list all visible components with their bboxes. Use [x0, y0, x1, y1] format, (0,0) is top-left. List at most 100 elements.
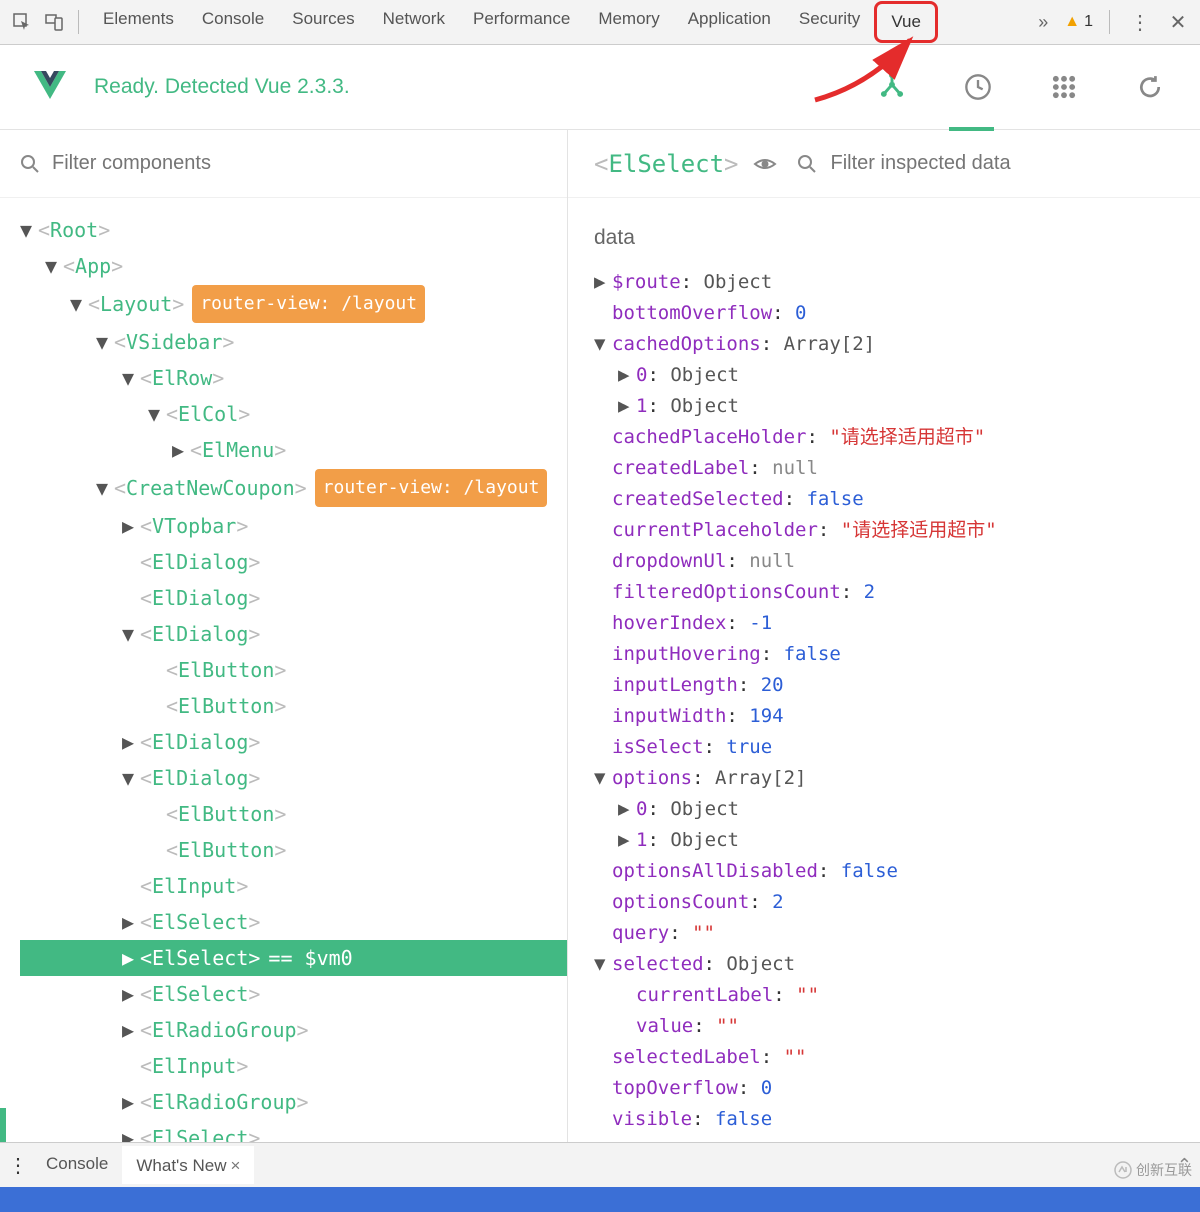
overflow-icon[interactable]: » [1038, 12, 1048, 33]
toggle-icon[interactable]: ▼ [122, 761, 140, 795]
data-row-createdLabel[interactable]: createdLabel: null [594, 453, 1174, 484]
kebab-menu-icon[interactable]: ⋮ [1126, 8, 1154, 36]
tree-node-creatnewcoupon[interactable]: ▼<CreatNewCoupon>router-view: /layout [20, 468, 567, 508]
events-tab-icon[interactable] [1044, 67, 1084, 107]
tree-node-elbutton[interactable]: <ElButton> [20, 688, 567, 724]
toggle-icon[interactable]: ▼ [594, 329, 612, 360]
tree-node-eldialog[interactable]: <ElDialog> [20, 580, 567, 616]
toggle-icon[interactable]: ▼ [594, 763, 612, 794]
data-row-currentLabel[interactable]: currentLabel: "" [594, 980, 1174, 1011]
devtools-tab-network[interactable]: Network [369, 1, 459, 43]
tree-node-elbutton[interactable]: <ElButton> [20, 652, 567, 688]
data-row-bottomOverflow[interactable]: bottomOverflow: 0 [594, 298, 1174, 329]
tree-node-eldialog[interactable]: <ElDialog> [20, 544, 567, 580]
drawer-tab-console[interactable]: Console [32, 1146, 122, 1184]
devtools-tab-application[interactable]: Application [674, 1, 785, 43]
device-toggle-icon[interactable] [40, 8, 68, 36]
tree-node-vsidebar[interactable]: ▼<VSidebar> [20, 324, 567, 360]
refresh-icon[interactable] [1130, 67, 1170, 107]
filter-components-input[interactable] [52, 152, 547, 175]
devtools-tab-elements[interactable]: Elements [89, 1, 188, 43]
toggle-icon[interactable]: ▶ [122, 905, 140, 939]
toggle-icon[interactable]: ▼ [594, 949, 612, 980]
tree-node-elinput[interactable]: <ElInput> [20, 868, 567, 904]
data-row-1[interactable]: ▶1: Object [594, 825, 1174, 856]
devtools-tab-performance[interactable]: Performance [459, 1, 584, 43]
tree-node-elmenu[interactable]: ▶<ElMenu> [20, 432, 567, 468]
filter-inspected-input[interactable] [831, 152, 1175, 175]
tree-node-elselect[interactable]: ▶<ElSelect> [20, 904, 567, 940]
toggle-icon[interactable]: ▼ [70, 287, 88, 321]
data-row-currentPlaceholder[interactable]: currentPlaceholder: "请选择适用超市" [594, 515, 1174, 546]
data-row-inputHovering[interactable]: inputHovering: false [594, 639, 1174, 670]
toggle-icon[interactable]: ▶ [122, 725, 140, 759]
toggle-icon[interactable]: ▶ [594, 267, 612, 298]
data-row-createdSelected[interactable]: createdSelected: false [594, 484, 1174, 515]
data-row-inputWidth[interactable]: inputWidth: 194 [594, 701, 1174, 732]
tree-node-elbutton[interactable]: <ElButton> [20, 796, 567, 832]
toggle-icon[interactable]: ▼ [122, 617, 140, 651]
data-row-query[interactable]: query: "" [594, 918, 1174, 949]
data-row-optionsCount[interactable]: optionsCount: 2 [594, 887, 1174, 918]
devtools-tab-memory[interactable]: Memory [584, 1, 673, 43]
devtools-tab-security[interactable]: Security [785, 1, 874, 43]
tree-node-layout[interactable]: ▼<Layout>router-view: /layout [20, 284, 567, 324]
toggle-icon[interactable]: ▼ [20, 213, 38, 247]
data-row-cachedOptions[interactable]: ▼cachedOptions: Array[2] [594, 329, 1174, 360]
data-row-dropdownUl[interactable]: dropdownUl: null [594, 546, 1174, 577]
tree-node-app[interactable]: ▼<App> [20, 248, 567, 284]
eye-icon[interactable] [753, 152, 777, 176]
devtools-tab-sources[interactable]: Sources [278, 1, 368, 43]
tree-node-eldialog[interactable]: ▶<ElDialog> [20, 724, 567, 760]
tree-node-elselect[interactable]: ▶<ElSelect>== $vm0 [20, 940, 567, 976]
close-icon[interactable]: × [231, 1156, 241, 1175]
data-row-selected[interactable]: ▼selected: Object [594, 949, 1174, 980]
toggle-icon[interactable]: ▶ [618, 794, 636, 825]
toggle-icon[interactable]: ▼ [96, 325, 114, 359]
data-row-0[interactable]: ▶0: Object [594, 360, 1174, 391]
drawer-tab-what-s-new[interactable]: What's New× [122, 1146, 254, 1184]
toggle-icon[interactable]: ▶ [122, 941, 140, 975]
devtools-tab-console[interactable]: Console [188, 1, 278, 43]
data-row-topOverflow[interactable]: topOverflow: 0 [594, 1073, 1174, 1104]
toggle-icon[interactable]: ▼ [96, 471, 114, 505]
tree-node-elcol[interactable]: ▼<ElCol> [20, 396, 567, 432]
toggle-icon[interactable]: ▶ [618, 825, 636, 856]
tree-node-elrow[interactable]: ▼<ElRow> [20, 360, 567, 396]
toggle-icon[interactable]: ▶ [618, 391, 636, 422]
toggle-icon[interactable]: ▶ [122, 1013, 140, 1047]
data-row-visible[interactable]: visible: false [594, 1104, 1174, 1135]
data-row-cachedPlaceHolder[interactable]: cachedPlaceHolder: "请选择适用超市" [594, 422, 1174, 453]
toggle-icon[interactable]: ▶ [122, 509, 140, 543]
toggle-icon[interactable]: ▶ [122, 977, 140, 1011]
data-row-filteredOptionsCount[interactable]: filteredOptionsCount: 2 [594, 577, 1174, 608]
devtools-tab-vue[interactable]: Vue [874, 1, 938, 43]
data-row-optionsAllDisabled[interactable]: optionsAllDisabled: false [594, 856, 1174, 887]
tree-node-eldialog[interactable]: ▼<ElDialog> [20, 616, 567, 652]
vuex-tab-icon[interactable] [958, 67, 998, 107]
toggle-icon[interactable]: ▶ [122, 1085, 140, 1119]
tree-node-elradiogroup[interactable]: ▶<ElRadioGroup> [20, 1012, 567, 1048]
tree-node-elselect[interactable]: ▶<ElSelect> [20, 976, 567, 1012]
data-row-selectedLabel[interactable]: selectedLabel: "" [594, 1042, 1174, 1073]
data-row-inputLength[interactable]: inputLength: 20 [594, 670, 1174, 701]
toggle-icon[interactable]: ▼ [122, 361, 140, 395]
data-row-$route[interactable]: ▶$route: Object [594, 267, 1174, 298]
components-tab-icon[interactable] [872, 67, 912, 107]
data-row-hoverIndex[interactable]: hoverIndex: -1 [594, 608, 1174, 639]
tree-node-vtopbar[interactable]: ▶<VTopbar> [20, 508, 567, 544]
data-row-options[interactable]: ▼options: Array[2] [594, 763, 1174, 794]
tree-node-root[interactable]: ▼<Root> [20, 212, 567, 248]
data-row-isSelect[interactable]: isSelect: true [594, 732, 1174, 763]
close-icon[interactable]: ✕ [1164, 8, 1192, 36]
toggle-icon[interactable]: ▶ [618, 360, 636, 391]
data-row-0[interactable]: ▶0: Object [594, 794, 1174, 825]
tree-node-elbutton[interactable]: <ElButton> [20, 832, 567, 868]
warning-badge[interactable]: ▲ 1 [1064, 13, 1093, 31]
tree-node-elradiogroup[interactable]: ▶<ElRadioGroup> [20, 1084, 567, 1120]
data-row-value[interactable]: value: "" [594, 1011, 1174, 1042]
tree-node-eldialog[interactable]: ▼<ElDialog> [20, 760, 567, 796]
toggle-icon[interactable]: ▼ [148, 397, 166, 431]
tree-node-elinput[interactable]: <ElInput> [20, 1048, 567, 1084]
toggle-icon[interactable]: ▶ [172, 433, 190, 467]
